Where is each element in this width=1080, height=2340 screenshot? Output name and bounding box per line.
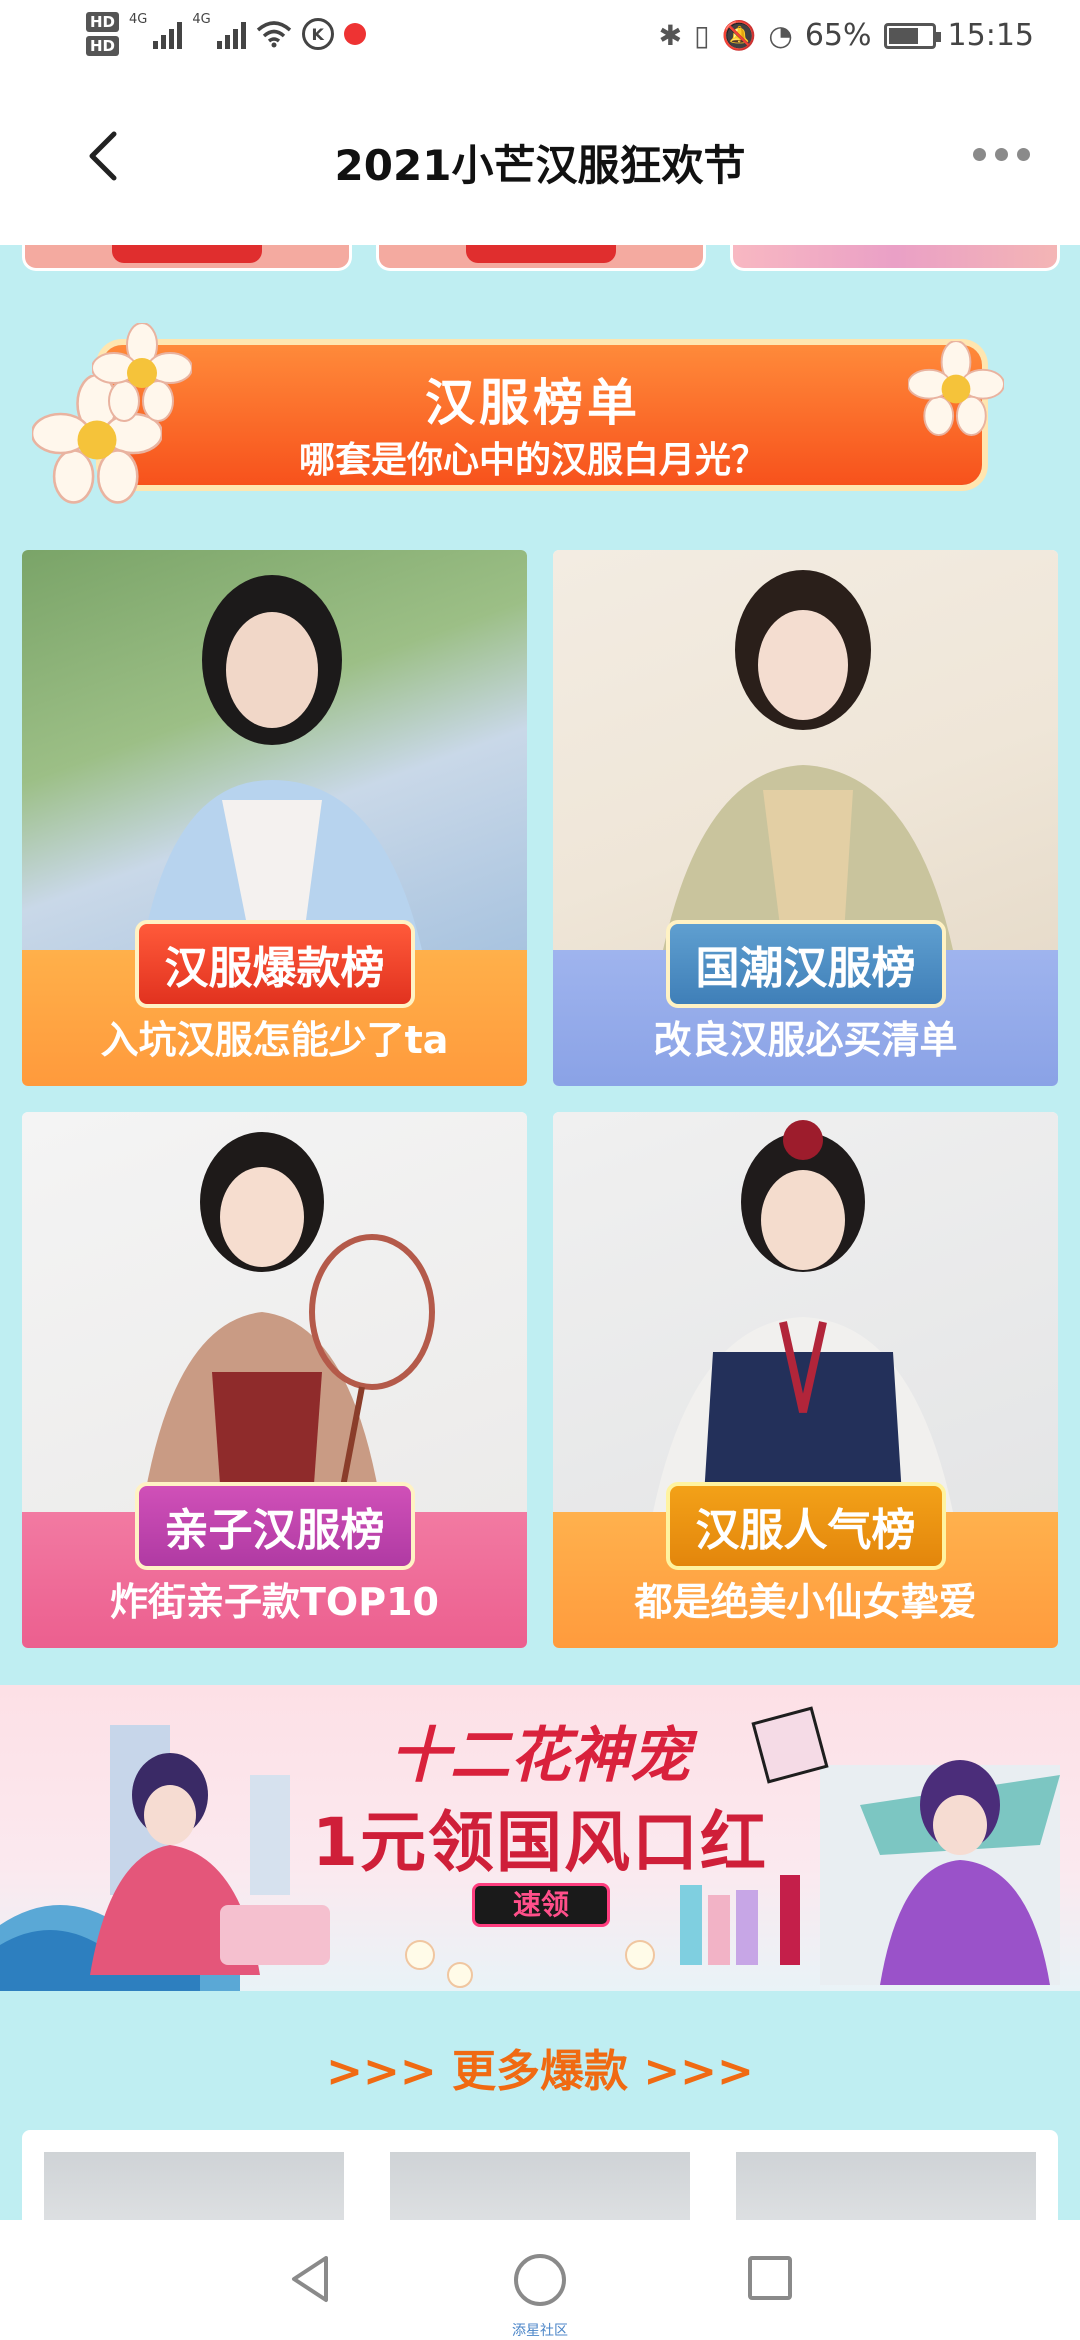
hanfu-photo: [553, 550, 1058, 950]
network-gen-2: 4G: [192, 12, 211, 27]
wifi-icon: [256, 21, 291, 48]
hd-badge-1: HD: [86, 12, 120, 32]
status-right-group: ✱ ▯ 🔕 ◔ 65% 15:15: [659, 18, 1034, 53]
card-badge: 汉服人气榜: [665, 1482, 946, 1570]
card-subtitle: 改良汉服必买清单: [653, 1018, 958, 1062]
product-thumb-1[interactable]: [44, 2152, 344, 2220]
more-hot-items-title: >>> 更多爆款 >>>: [326, 2046, 754, 2097]
status-left-group: HD HD 4G 4G K: [86, 12, 366, 56]
ranking-card-popular[interactable]: 汉服人气榜 都是绝美小仙女挚爱: [553, 1112, 1058, 1648]
product-thumb-3[interactable]: [736, 2152, 1036, 2220]
data-saver-icon: ◔: [768, 19, 793, 52]
banner-title: 汉服榜单: [425, 374, 641, 432]
nav-bar: 2021小芒汉服狂欢节: [0, 82, 1080, 245]
top-card-row: [22, 245, 1060, 271]
signal-icon-2: [216, 19, 246, 49]
product-thumb-strip: [22, 2130, 1058, 2220]
promo-title: 十二花神宠: [390, 1721, 690, 1791]
banner-subtitle: 哪套是你心中的汉服白月光？: [298, 440, 767, 481]
claim-now-button[interactable]: 速领: [472, 1883, 610, 1927]
page-content[interactable]: 汉服榜单 哪套是你心中的汉服白月光？ 汉服爆款榜 入坑汉服怎能少了ta 国潮汉服…: [0, 245, 1080, 2220]
system-nav-bar: 添星社区: [0, 2220, 1080, 2340]
lipstick-promo-banner[interactable]: 十二花神宠 1元领国风口红 速领: [0, 1685, 1080, 1991]
mute-icon: 🔕: [721, 19, 757, 52]
battery-percent: 65%: [804, 18, 872, 53]
battery-icon: [883, 22, 941, 49]
bluetooth-icon: ✱: [658, 19, 683, 52]
card-subtitle: 炸街亲子款TOP10: [110, 1580, 439, 1624]
page-title: 2021小芒汉服狂欢节: [334, 141, 746, 190]
ranking-banner: 汉服榜单 哪套是你心中的汉服白月光？: [32, 323, 1014, 504]
system-nav-label: 添星社区: [512, 2323, 568, 2339]
card-badge: 国潮汉服榜: [665, 920, 946, 1008]
clock: 15:15: [947, 18, 1034, 53]
hd-badge-2: HD: [86, 36, 120, 56]
system-home-icon[interactable]: [514, 2254, 566, 2306]
k-app-icon: K: [301, 18, 334, 50]
ranking-card-guochao[interactable]: 国潮汉服榜 改良汉服必买清单: [553, 550, 1058, 1086]
ranking-card-bestseller[interactable]: 汉服爆款榜 入坑汉服怎能少了ta: [22, 550, 527, 1086]
system-recents-icon[interactable]: [748, 2256, 792, 2300]
hanfu-photo: [22, 1112, 527, 1512]
signal-icon-1: [153, 19, 183, 49]
promo-headline: 1元领国风口红: [312, 1804, 768, 1881]
top-card-1[interactable]: [22, 245, 352, 271]
more-options-icon[interactable]: [973, 148, 1030, 161]
status-bar: HD HD 4G 4G K ✱ ▯ 🔕 ◔ 65% 15:15: [0, 0, 1080, 82]
notification-app-icon: [343, 23, 366, 45]
system-back-icon[interactable]: [288, 2254, 332, 2304]
card-badge: 汉服爆款榜: [134, 920, 415, 1008]
top-card-3[interactable]: [730, 245, 1060, 271]
vibrate-icon: ▯: [694, 19, 710, 52]
hanfu-photo: [22, 550, 527, 950]
product-thumb-2[interactable]: [390, 2152, 690, 2220]
ranking-card-family[interactable]: 亲子汉服榜 炸街亲子款TOP10: [22, 1112, 527, 1648]
network-gen-1: 4G: [129, 12, 148, 27]
hd-indicators: HD HD: [86, 12, 120, 56]
hanfu-photo: [553, 1112, 1058, 1512]
card-subtitle: 入坑汉服怎能少了ta: [100, 1018, 449, 1062]
card-subtitle: 都是绝美小仙女挚爱: [634, 1580, 977, 1624]
ranking-card-grid: 汉服爆款榜 入坑汉服怎能少了ta 国潮汉服榜 改良汉服必买清单 亲子汉服榜 炸街…: [22, 550, 1058, 1648]
card-badge: 亲子汉服榜: [134, 1482, 415, 1570]
top-card-2[interactable]: [376, 245, 706, 271]
